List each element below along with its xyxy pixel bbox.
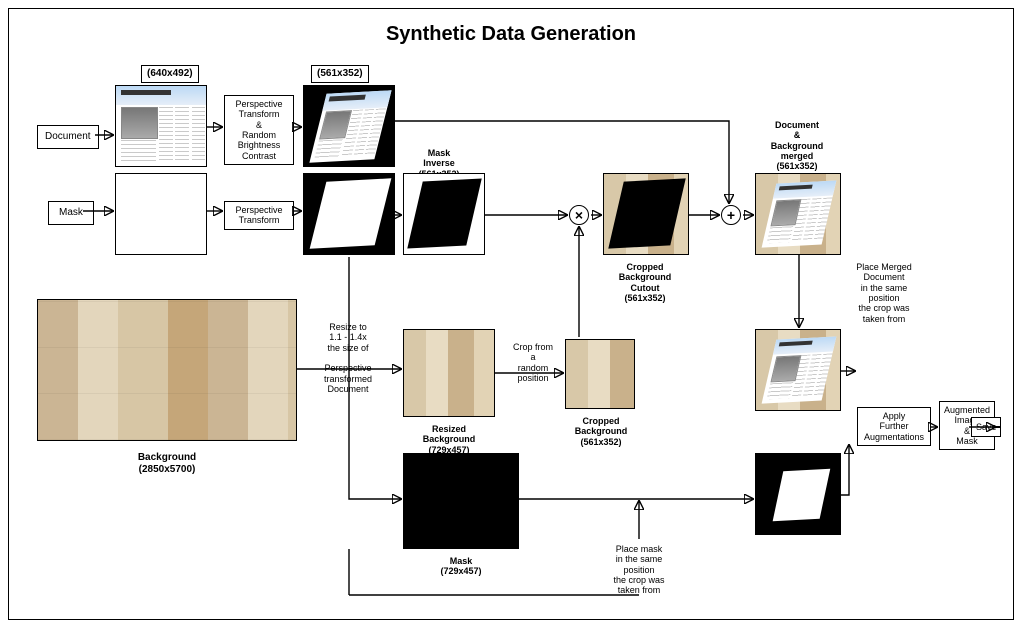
diagram-frame: Synthetic Data Generation (640x492) (561… bbox=[8, 8, 1014, 620]
op-perspective: Perspective Transform bbox=[224, 201, 294, 230]
label-bg-cutout: Cropped Background Cutout (561x352) bbox=[609, 259, 681, 306]
label-place-mask: Place mask in the same position the crop… bbox=[599, 541, 679, 599]
row-label-mask: Mask bbox=[48, 201, 94, 225]
label-mask-729: Mask (729x457) bbox=[429, 553, 493, 580]
thumb-mask-original bbox=[115, 173, 207, 255]
thumb-merged-placed bbox=[755, 329, 841, 411]
op-add: + bbox=[721, 205, 741, 225]
size-label-doc-in: (640x492) bbox=[141, 65, 199, 83]
label-resize-note: Resize to 1.1 - 1.4x the size of Perspec… bbox=[309, 319, 387, 397]
diagram-title: Synthetic Data Generation bbox=[9, 23, 1013, 46]
thumb-doc-bg-merged bbox=[755, 173, 841, 255]
label-background-big: Background (2850x5700) bbox=[107, 449, 227, 478]
thumb-document-skewed bbox=[303, 85, 395, 167]
row-label-document: Document bbox=[37, 125, 99, 149]
thumb-background-big bbox=[37, 299, 297, 441]
op-perspective-brightness: Perspective Transform & Random Brightnes… bbox=[224, 95, 294, 165]
box-apply-augmentations: Apply Further Augmentations bbox=[857, 407, 931, 446]
label-place-merged: Place Merged Document in the same positi… bbox=[844, 259, 924, 327]
thumb-cropped-bg bbox=[565, 339, 635, 409]
box-save: Save bbox=[971, 417, 1001, 437]
op-multiply: × bbox=[569, 205, 589, 225]
thumb-mask-skewed bbox=[303, 173, 395, 255]
thumb-mask-729 bbox=[403, 453, 519, 549]
thumb-mask-placed bbox=[755, 453, 841, 535]
label-crop-note: Crop from a random position bbox=[505, 339, 561, 386]
label-doc-bg-merged: Document & Background merged (561x352) bbox=[759, 117, 835, 175]
thumb-document-original bbox=[115, 85, 207, 167]
thumb-bg-cutout bbox=[603, 173, 689, 255]
thumb-mask-inverse bbox=[403, 173, 485, 255]
thumb-resized-bg bbox=[403, 329, 495, 417]
label-cropped-bg: Cropped Background (561x352) bbox=[563, 413, 639, 450]
size-label-doc-pt: (561x352) bbox=[311, 65, 369, 83]
